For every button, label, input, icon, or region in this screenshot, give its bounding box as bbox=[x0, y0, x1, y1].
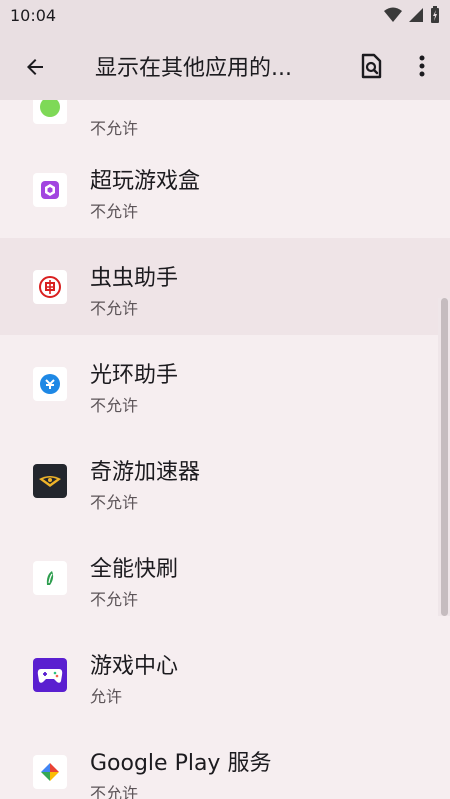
app-permission-status: 不允许 bbox=[90, 493, 139, 512]
screen: 10:04 显示在其他应用的... 不允许 超玩游戏盒 不允许 虫虫助手 不允许… bbox=[0, 0, 450, 799]
app-permission-status: 允许 bbox=[90, 687, 123, 706]
list-item[interactable]: 超玩游戏盒 不允许 bbox=[0, 141, 450, 238]
app-permission-status: 不允许 bbox=[90, 119, 139, 138]
app-permission-status: 不允许 bbox=[90, 202, 139, 221]
more-options-button[interactable] bbox=[410, 50, 434, 82]
app-name: 奇游加速器 bbox=[90, 460, 201, 485]
back-button[interactable] bbox=[18, 50, 52, 84]
wifi-icon bbox=[384, 7, 402, 22]
app-name: 超玩游戏盒 bbox=[90, 169, 201, 194]
app-name: 全能快刷 bbox=[90, 557, 179, 582]
list-item[interactable]: Google Play 服务 不允许 bbox=[0, 723, 450, 799]
list-item[interactable]: 游戏中心 允许 bbox=[0, 626, 450, 723]
search-settings-button[interactable] bbox=[355, 50, 387, 82]
gamepad-icon bbox=[33, 658, 67, 692]
red-bug-icon bbox=[33, 270, 67, 304]
purple-cube-icon bbox=[33, 173, 67, 207]
app-permission-status: 不允许 bbox=[90, 784, 139, 799]
cellular-signal-icon bbox=[409, 8, 423, 22]
app-list: 不允许 超玩游戏盒 不允许 虫虫助手 不允许 光环助手 不允许 奇游加速器 不允… bbox=[0, 100, 450, 799]
puzzle-piece-icon bbox=[33, 755, 67, 789]
app-permission-status: 不允许 bbox=[90, 590, 139, 609]
app-permission-status: 不允许 bbox=[90, 396, 139, 415]
blue-halo-icon bbox=[33, 367, 67, 401]
battery-charging-icon bbox=[431, 6, 439, 23]
green-leaf-icon bbox=[33, 561, 67, 595]
status-icons bbox=[384, 6, 440, 24]
app-name: 游戏中心 bbox=[90, 654, 179, 679]
app-name: 光环助手 bbox=[90, 363, 179, 388]
list-item[interactable]: 全能快刷 不允许 bbox=[0, 529, 450, 626]
search-settings-icon bbox=[361, 53, 382, 79]
app-name: Google Play 服务 bbox=[90, 751, 272, 776]
qiyou-wings-icon bbox=[33, 464, 67, 498]
app-bar: 显示在其他应用的... bbox=[0, 32, 450, 100]
green-app-icon bbox=[33, 100, 67, 124]
app-name: 虫虫助手 bbox=[90, 266, 179, 291]
list-item[interactable]: 光环助手 不允许 bbox=[0, 335, 450, 432]
list-item[interactable]: 奇游加速器 不允许 bbox=[0, 432, 450, 529]
app-permission-status: 不允许 bbox=[90, 299, 139, 318]
status-bar: 10:04 bbox=[0, 0, 450, 32]
page-title: 显示在其他应用的... bbox=[95, 56, 292, 81]
more-vert-icon bbox=[419, 55, 425, 77]
list-item[interactable]: 虫虫助手 不允许 bbox=[0, 238, 450, 335]
arrow-back-icon bbox=[27, 59, 43, 75]
scrollbar-thumb[interactable] bbox=[441, 298, 448, 616]
status-time: 10:04 bbox=[10, 6, 57, 25]
